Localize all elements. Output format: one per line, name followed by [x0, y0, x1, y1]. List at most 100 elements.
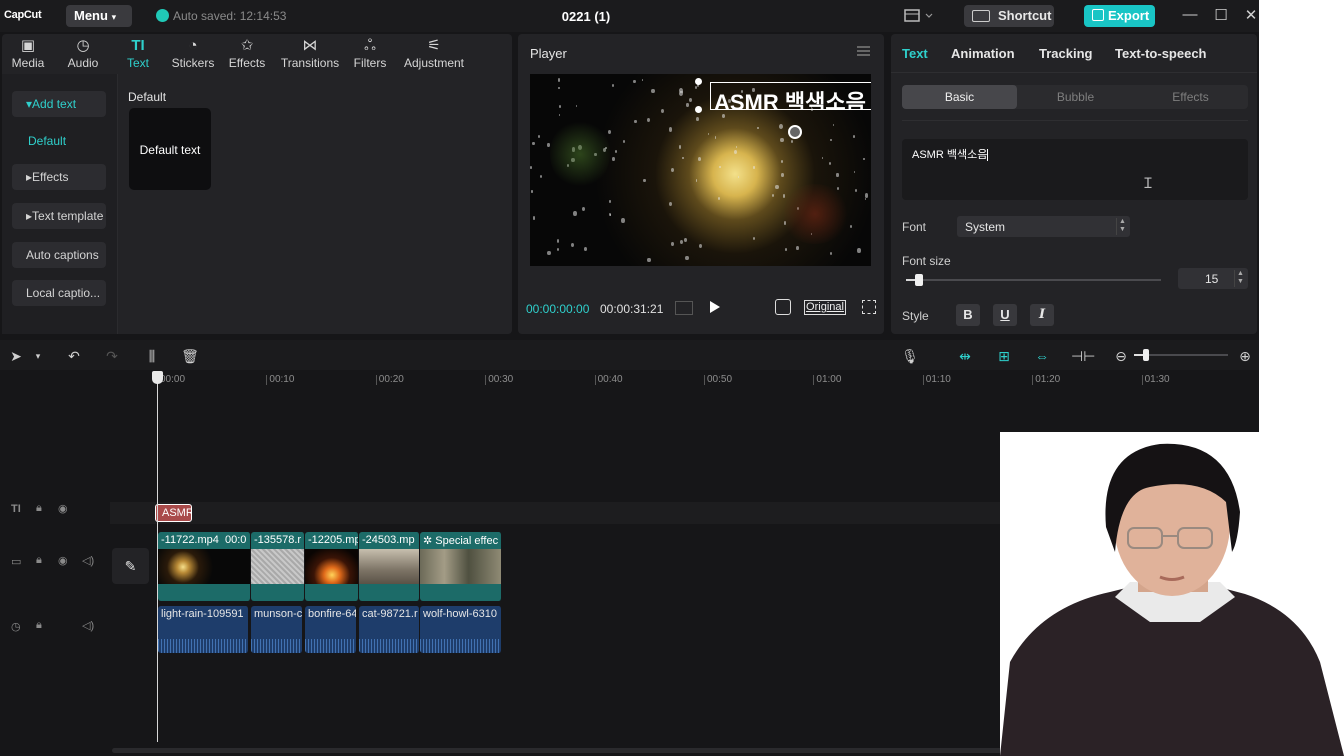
- slider-thumb[interactable]: [914, 274, 923, 286]
- player-panel: Player ASMR 백색소음 00:00:00:00 00:00:31:21…: [518, 34, 884, 334]
- playhead-handle[interactable]: [152, 371, 163, 384]
- layout-icon[interactable]: [904, 8, 936, 24]
- font-select[interactable]: System ▲ ▼: [957, 216, 1130, 237]
- tab-media[interactable]: ▣ Media: [6, 36, 50, 74]
- video-clip[interactable]: -11722.mp4 00:0: [158, 532, 251, 601]
- video-clip[interactable]: -24503.mp: [359, 532, 420, 601]
- video-clip[interactable]: ✲ Special effec: [420, 532, 502, 601]
- audio-clip[interactable]: munson-c: [251, 606, 303, 653]
- redo-icon[interactable]: ↷: [102, 348, 122, 365]
- italic-button[interactable]: I: [1030, 304, 1054, 326]
- sidebar-item-default[interactable]: Default: [14, 128, 108, 154]
- segment-bubble[interactable]: Bubble: [1018, 85, 1133, 109]
- zoom-out-icon[interactable]: ⊖: [1111, 348, 1131, 365]
- eye-icon[interactable]: ◉: [58, 554, 68, 567]
- audio-track-header: ◷ 🔒︎ ◁): [0, 617, 110, 657]
- maximize-icon[interactable]: ☐: [1211, 6, 1231, 24]
- audio-clip[interactable]: bonfire-64: [305, 606, 357, 653]
- audio-clip[interactable]: wolf-howl-6310: [420, 606, 502, 653]
- text-overlay[interactable]: ASMR 백색소음: [710, 82, 871, 110]
- sidebar-item-local-captions[interactable]: Local captio...: [12, 280, 106, 306]
- grid-icon[interactable]: [675, 301, 693, 315]
- text-clip[interactable]: ASMR: [155, 504, 192, 522]
- menu-button[interactable]: Menu ▾: [66, 5, 132, 27]
- raindrop: [781, 173, 784, 177]
- audio-clip[interactable]: light-rain-109591: [158, 606, 249, 653]
- sidebar-item-text-template[interactable]: ▸Text template: [12, 203, 106, 229]
- playhead[interactable]: [157, 372, 158, 742]
- timeline-ruler[interactable]: 00:00 00:10 00:20 00:30 00:40 00:50 01:00 01:10…: [110, 370, 1259, 390]
- underline-button[interactable]: U: [993, 304, 1017, 326]
- play-icon[interactable]: [710, 301, 720, 313]
- text-content-field[interactable]: ASMR 백색소음: [902, 139, 1248, 200]
- lock-icon[interactable]: 🔒︎: [36, 502, 42, 515]
- screenshot-icon[interactable]: [775, 299, 791, 315]
- delete-icon[interactable]: 🗑: [180, 348, 200, 365]
- resize-handle[interactable]: [695, 106, 702, 113]
- raindrop: [607, 129, 612, 135]
- zoom-slider[interactable]: [1134, 349, 1228, 361]
- media-icon: ▣: [20, 37, 36, 54]
- tab-adjustment[interactable]: ⚟ Adjustment: [400, 36, 468, 74]
- tab-text-inspector[interactable]: Text: [902, 46, 928, 61]
- tab-animation[interactable]: Animation: [951, 46, 1015, 61]
- tab-text[interactable]: TI Text: [118, 36, 158, 74]
- minimize-icon[interactable]: —: [1180, 6, 1200, 23]
- chevron-down-icon[interactable]: ▾: [28, 351, 48, 362]
- default-text-card[interactable]: Default text: [129, 108, 211, 190]
- lock-icon[interactable]: 🔒︎: [36, 619, 42, 632]
- bold-button[interactable]: B: [956, 304, 980, 326]
- text-track-header: TI 🔒︎ ◉: [0, 500, 110, 540]
- clip-thumbnail: [359, 549, 419, 584]
- raindrop: [733, 149, 738, 154]
- tab-transitions[interactable]: ⋈ Transitions: [278, 36, 342, 74]
- segment-basic[interactable]: Basic: [902, 85, 1017, 109]
- hamburger-icon[interactable]: [857, 46, 870, 56]
- shortcut-button[interactable]: Shortcut: [964, 5, 1054, 27]
- tab-tracking[interactable]: Tracking: [1039, 46, 1092, 61]
- split-icon[interactable]: ⫼: [142, 348, 162, 365]
- tab-effects[interactable]: ✩ Effects: [226, 36, 268, 74]
- speaker-icon[interactable]: ◁): [82, 554, 94, 567]
- segment-effects[interactable]: Effects: [1133, 85, 1248, 109]
- audio-clip[interactable]: cat-98721.r: [359, 606, 420, 653]
- preview-axis-icon[interactable]: ⊣⊢: [1071, 348, 1095, 365]
- font-size-slider[interactable]: [906, 274, 1161, 286]
- ruler-tick: 01:30: [1141, 375, 1170, 385]
- magnet-icon[interactable]: ⊞: [994, 348, 1014, 365]
- linkage-icon[interactable]: ⇔: [1032, 348, 1052, 364]
- speaker-icon[interactable]: ◁): [82, 619, 94, 632]
- font-size-input[interactable]: 15 ▲ ▼: [1178, 268, 1248, 289]
- edit-cover-icon[interactable]: ✎: [112, 548, 149, 584]
- lock-icon[interactable]: 🔒︎: [36, 554, 42, 567]
- sidebar-item-add-text[interactable]: ▾Add text: [12, 91, 106, 117]
- close-icon[interactable]: ✕: [1241, 6, 1261, 24]
- filters-icon: ஃ: [364, 37, 376, 54]
- raindrop: [688, 97, 692, 102]
- sidebar-item-auto-captions[interactable]: Auto captions: [12, 242, 106, 268]
- tab-stickers[interactable]: ◔ Stickers: [168, 36, 218, 74]
- slider-thumb[interactable]: [1143, 349, 1150, 361]
- tab-filters[interactable]: ஃ Filters: [350, 36, 390, 74]
- ratio-button[interactable]: Original: [804, 300, 846, 315]
- video-preview[interactable]: ASMR 백색소음: [530, 74, 871, 266]
- tab-audio[interactable]: ◷ Audio: [62, 36, 104, 74]
- resize-handle[interactable]: [695, 78, 702, 85]
- video-clip[interactable]: -135578.r: [251, 532, 305, 601]
- export-button[interactable]: Export: [1084, 5, 1155, 27]
- fullscreen-icon[interactable]: [862, 300, 876, 314]
- raindrop: [609, 200, 611, 203]
- undo-icon[interactable]: ↶: [64, 348, 84, 365]
- select-cursor-icon[interactable]: ➤: [6, 348, 26, 365]
- font-label: Font: [902, 220, 927, 234]
- rotate-icon[interactable]: [788, 125, 802, 139]
- eye-icon[interactable]: ◉: [58, 502, 68, 515]
- microphone-icon[interactable]: 🎙: [900, 348, 920, 365]
- tab-text-to-speech[interactable]: Text-to-speech: [1115, 46, 1207, 61]
- clip-name: light-rain-109591: [161, 608, 244, 620]
- video-clip[interactable]: -12205.mp: [305, 532, 359, 601]
- sidebar-item-effects[interactable]: ▸Effects: [12, 164, 106, 190]
- zoom-in-icon[interactable]: ⊕: [1235, 348, 1255, 365]
- raindrop: [832, 123, 834, 126]
- link-icon[interactable]: ⇹: [955, 348, 975, 365]
